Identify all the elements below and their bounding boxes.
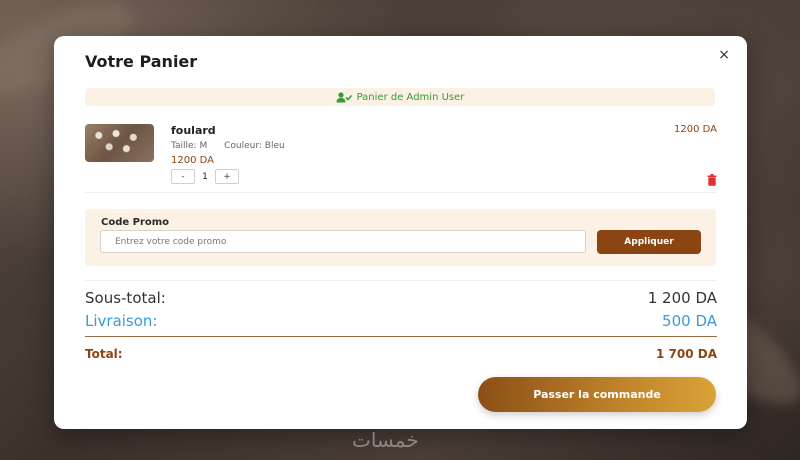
subtotal-value: 1 200 DA	[647, 289, 717, 307]
product-unit-price: 1200 DA	[171, 155, 214, 166]
delivery-label: Livraison:	[85, 312, 158, 330]
checkout-button[interactable]: Passer la commande	[478, 377, 716, 412]
increment-button[interactable]: +	[215, 169, 239, 184]
cart-owner-text: Panier de Admin User	[356, 91, 465, 103]
product-color: Couleur: Bleu	[224, 141, 285, 151]
divider	[85, 192, 717, 193]
cart-item: foulard Taille: M Couleur: Bleu 1200 DA …	[85, 122, 717, 192]
total-label: Total:	[85, 347, 123, 361]
trash-icon[interactable]	[707, 174, 717, 186]
apply-promo-button[interactable]: Appliquer	[597, 230, 701, 254]
promo-code-input[interactable]	[100, 230, 586, 253]
product-name: foulard	[171, 124, 216, 137]
user-check-icon	[336, 91, 352, 102]
delivery-value: 500 DA	[662, 312, 717, 330]
product-attributes: Taille: M Couleur: Bleu	[171, 141, 285, 151]
subtotal-row: Sous-total: 1 200 DA	[85, 289, 717, 307]
product-line-total: 1200 DA	[674, 124, 717, 135]
quantity-stepper: - 1 +	[171, 169, 239, 184]
delivery-row: Livraison: 500 DA	[85, 312, 717, 330]
total-row: Total: 1 700 DA	[85, 347, 717, 361]
close-icon[interactable]: ×	[718, 47, 730, 63]
product-size: Taille: M	[171, 141, 208, 151]
watermark-logo: خمسات	[352, 428, 419, 452]
decrement-button[interactable]: -	[171, 169, 195, 184]
divider	[85, 280, 717, 281]
total-divider	[85, 336, 717, 337]
cart-modal: Votre Panier × Panier de Admin User foul…	[54, 36, 747, 429]
product-image	[85, 124, 154, 162]
promo-label: Code Promo	[101, 217, 170, 228]
cart-owner-banner: Panier de Admin User	[85, 88, 715, 106]
total-value: 1 700 DA	[655, 347, 717, 361]
subtotal-label: Sous-total:	[85, 289, 166, 307]
quantity-value: 1	[202, 171, 208, 182]
promo-section: Code Promo Appliquer	[85, 209, 716, 266]
modal-title: Votre Panier	[85, 52, 198, 71]
